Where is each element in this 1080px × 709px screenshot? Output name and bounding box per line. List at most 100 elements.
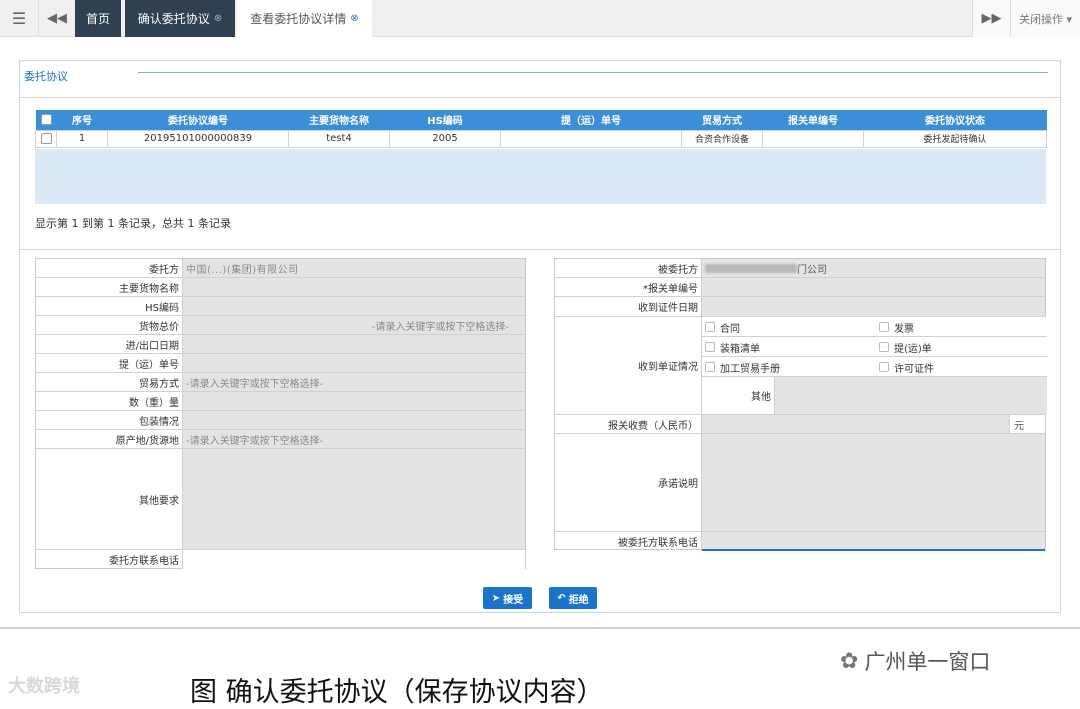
cell-goods-name: test4 [288,129,390,148]
accept-label: 接受 [503,594,524,606]
doc-contract-checkbox[interactable]: 合同 [705,317,740,337]
hs-code-label: HS编码 [36,297,183,315]
col-header[interactable]: 委托协议状态 [863,110,1047,130]
agent-field[interactable]: 门公司 [702,259,1045,277]
panel-title: 委托协议 [24,70,68,83]
packing-field[interactable] [183,411,525,429]
select-all-checkbox[interactable] [35,110,57,130]
table-header-row: 序号 委托协议编号 主要货物名称 HS编码 提（运）单号 贸易方式 报关单编号 … [35,110,1047,130]
bill-no-field[interactable] [183,354,525,372]
reject-label: 拒绝 [568,594,589,606]
docs-received-label: 收到单证情况 [555,317,702,414]
doc-bill-of-lading-checkbox[interactable]: 提(运)单 [879,337,932,357]
fee-unit: 元 [1009,415,1045,433]
trade-mode-label: 贸易方式 [36,373,183,391]
packing-label: 包装情况 [36,411,183,429]
total-price-placeholder: -请录入关键字或按下空格选择- [371,321,509,333]
wechat-icon: ✿ [840,648,859,674]
col-header[interactable]: 报关单编号 [762,110,864,130]
doc-license-checkbox[interactable]: 许可证件 [879,357,934,377]
quantity-label: 数（重）量 [36,392,183,410]
doc-received-date-field[interactable] [702,297,1045,316]
doc-label: 装箱清单 [720,343,760,355]
doc-invoice-checkbox[interactable]: 发票 [879,317,914,337]
tab-view-label: 查看委托协议详情 [250,12,347,26]
import-export-date-field[interactable] [183,335,525,353]
declaration-no-label: *报关单编号 [555,278,702,296]
agent-form: 被委托方 门公司 *报关单编号 收到证件日期 收到单证情况 合同 发票 装箱清单… [554,258,1047,551]
col-header[interactable]: HS编码 [389,110,501,130]
agent-phone-label: 被委托方联系电话 [555,532,702,550]
fee-field[interactable]: 元 [702,415,1045,433]
col-header[interactable]: 提（运）单号 [500,110,682,130]
goods-name-field[interactable] [183,278,525,296]
docs-other-field[interactable] [775,377,1047,414]
close-operations-dropdown[interactable]: 关闭操作 ▾ [1010,0,1080,37]
agreement-panel: 委托协议 序号 委托协议编号 主要货物名称 HS编码 提（运）单号 贸易方式 报… [19,60,1061,613]
fee-label: 报关收费（人民币） [555,415,702,433]
docs-received-checklist: 合同 发票 装箱清单 提(运)单 加工贸易手册 许可证件 其他 [702,317,1047,414]
doc-received-date-label: 收到证件日期 [555,297,702,316]
focus-underline [702,549,1045,551]
doc-processing-trade-manual-checkbox[interactable]: 加工贸易手册 [705,357,780,377]
other-requirements-field[interactable] [183,449,525,549]
col-header[interactable]: 序号 [56,110,108,130]
close-icon[interactable]: ⊗ [350,13,358,24]
scroll-tabs-right-icon[interactable]: ▶▶ [972,0,1010,37]
principal-field[interactable]: 中国(...)(集团)有限公司 [183,259,525,277]
col-header[interactable]: 委托协议编号 [107,110,289,130]
title-divider [138,72,1048,73]
cell-status: 委托发起待确认 [863,129,1047,148]
col-header[interactable]: 贸易方式 [681,110,763,130]
undo-icon: ↶ [557,592,566,604]
tab-confirm-agreement[interactable]: 确认委托协议 ⊗ [125,0,235,37]
agent-label: 被委托方 [555,259,702,277]
bill-no-label: 提（运）单号 [36,354,183,372]
table-row[interactable]: 1 20195101000000839 test4 2005 合资合作设备 委托… [35,129,1047,148]
docs-other-label: 其他 [702,377,775,414]
cell-hs-code: 2005 [389,129,501,148]
principal-phone-label: 委托方联系电话 [36,550,183,569]
origin-placeholder: -请录入关键字或按下空格选择- [186,435,324,447]
doc-packing-list-checkbox[interactable]: 装箱清单 [705,337,760,357]
cell-trade-mode: 合资合作设备 [681,129,763,148]
tab-confirm-label: 确认委托协议 [137,12,210,26]
doc-label: 合同 [720,323,740,335]
tab-home[interactable]: 首页 [75,0,121,37]
tab-bar: ☰ ◀◀ 首页 确认委托协议 ⊗ 查看委托协议详情 ⊗ ▶▶ 关闭操作 ▾ [0,0,1080,37]
principal-value: 中国(...)(集团)有限公司 [186,264,299,276]
cell-index: 1 [56,129,108,148]
pagination-info: 显示第 1 到第 1 条记录，总共 1 条记录 [35,217,231,230]
origin-field[interactable]: -请录入关键字或按下空格选择- [183,430,525,448]
reject-button[interactable]: ↶ 拒绝 [549,587,597,609]
doc-label: 提(运)单 [894,343,932,355]
send-icon: ➤ [491,592,501,604]
agreement-table: 序号 委托协议编号 主要货物名称 HS编码 提（运）单号 贸易方式 报关单编号 … [35,110,1047,148]
row-checkbox[interactable] [35,129,57,148]
goods-name-label: 主要货物名称 [36,278,183,296]
declaration-no-field[interactable] [702,278,1045,296]
principal-phone-field[interactable] [183,550,525,569]
footer-divider [0,627,1080,629]
tab-home-label: 首页 [85,12,110,26]
agent-value: 门公司 [797,264,827,276]
scroll-tabs-left-icon[interactable]: ◀◀ [38,0,75,37]
accept-button[interactable]: ➤ 接受 [483,587,532,609]
agent-phone-field[interactable] [702,532,1045,550]
doc-label: 加工贸易手册 [720,363,780,375]
doc-label: 许可证件 [894,363,934,375]
cell-agreement-no: 20195101000000839 [107,129,289,148]
col-header[interactable]: 主要货物名称 [288,110,390,130]
trade-mode-field[interactable]: -请录入关键字或按下空格选择- [183,373,525,391]
hs-code-field[interactable] [183,297,525,315]
promise-label: 承诺说明 [555,434,702,531]
promise-field[interactable] [702,434,1045,531]
total-price-field[interactable]: -请录入关键字或按下空格选择- [183,316,525,334]
close-icon[interactable]: ⊗ [214,13,222,24]
agreement-list-box: 序号 委托协议编号 主要货物名称 HS编码 提（运）单号 贸易方式 报关单编号 … [20,97,1060,250]
quantity-field[interactable] [183,392,525,410]
tab-view-agreement-detail[interactable]: 查看委托协议详情 ⊗ [237,0,372,37]
menu-icon[interactable]: ☰ [0,0,38,37]
cell-declaration-no [762,129,864,148]
watermark-right-text: 广州单一窗口 [864,650,991,674]
